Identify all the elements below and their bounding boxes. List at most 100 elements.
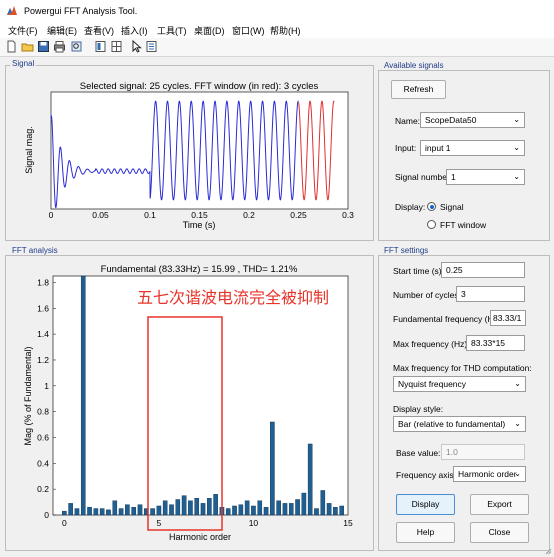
export-button[interactable]: Export — [470, 494, 529, 515]
fft-xticks: 0 5 10 15 — [62, 518, 353, 528]
property-editor-icon[interactable] — [145, 40, 158, 53]
pointer-icon[interactable] — [130, 40, 143, 53]
signal-xtick: 0.3 — [342, 210, 354, 220]
print-icon[interactable] — [53, 40, 66, 53]
fft-ytick-label: 1 — [44, 381, 49, 391]
fft-bar — [213, 494, 218, 516]
input-dropdown[interactable]: input 1 ⌄ — [420, 140, 525, 156]
fft-ylabel: Mag (% of Fundamental) — [23, 346, 33, 445]
input-value: input 1 — [425, 143, 451, 153]
fft-bar — [288, 503, 294, 516]
start-time-input[interactable]: 0.25 — [441, 262, 525, 278]
cycles-input[interactable]: 3 — [456, 286, 525, 302]
signal-radio[interactable] — [427, 202, 436, 211]
signal-xtick: 0.1 — [144, 210, 156, 220]
fft-bar — [87, 507, 92, 516]
fft-bar — [125, 504, 130, 516]
menu-desktop[interactable]: 桌面(D) — [194, 24, 225, 37]
fft-bar — [276, 500, 281, 516]
signal-chart: Selected signal: 25 cycles. FFT window (… — [24, 81, 354, 230]
print-preview-icon[interactable] — [70, 40, 83, 53]
fft-window-radio-label: FFT window — [440, 220, 487, 230]
signal-number-dropdown[interactable]: 1 ⌄ — [446, 169, 525, 185]
app-icon — [7, 6, 17, 15]
chevron-down-icon: ⌄ — [513, 143, 520, 152]
fft-ytick-label: 1.4 — [37, 329, 49, 339]
display-button[interactable]: Display — [396, 494, 455, 515]
menu-view[interactable]: 查看(V) — [84, 24, 114, 37]
base-value-label: Base value: — [396, 448, 441, 458]
fft-bar — [320, 490, 326, 516]
fft-bar — [263, 507, 269, 516]
fft-xlabel: Harmonic order — [169, 532, 231, 542]
thd-frequency-label: Max frequency for THD computation: — [393, 363, 532, 373]
new-file-icon[interactable] — [5, 40, 18, 53]
fft-bar — [232, 505, 237, 516]
fft-bar — [244, 500, 250, 516]
fft-ytick-label: 1.8 — [37, 277, 49, 287]
max-frequency-label: Max frequency (Hz): — [393, 339, 470, 349]
fundamental-frequency-input[interactable]: 83.33/1 — [490, 310, 526, 326]
fft-settings-title: FFT settings — [382, 246, 431, 255]
fft-analysis-title: FFT analysis — [10, 246, 60, 255]
name-value: ScopeData50 — [425, 115, 477, 125]
fft-bar — [339, 505, 345, 516]
fft-bar — [295, 499, 300, 516]
display-style-dropdown[interactable]: Bar (relative to fundamental) ⌄ — [393, 416, 526, 432]
fft-bar — [99, 508, 105, 516]
menu-tools[interactable]: 工具(T) — [157, 24, 187, 37]
fft-bar — [156, 505, 162, 516]
chevron-down-icon: ⌄ — [514, 469, 521, 478]
signal-xtick: 0.05 — [92, 210, 109, 220]
fft-chart-title: Fundamental (83.33Hz) = 15.99 , THD= 1.2… — [101, 264, 298, 275]
menu-file[interactable]: 文件(F) — [8, 24, 38, 37]
fft-window-radio[interactable] — [427, 220, 436, 229]
fft-ytick-label: 1.6 — [37, 303, 49, 313]
fft-plot-area — [52, 275, 349, 516]
chevron-down-icon: ⌄ — [513, 115, 520, 124]
fft-bar — [137, 504, 143, 516]
resize-grip-icon[interactable] — [544, 547, 552, 555]
open-folder-icon[interactable] — [21, 40, 34, 53]
name-dropdown[interactable]: ScopeData50 ⌄ — [420, 112, 525, 128]
fft-bar — [169, 504, 174, 516]
fft-bar — [225, 508, 231, 516]
toolbar — [0, 38, 554, 57]
fft-bar — [181, 495, 187, 516]
refresh-button[interactable]: Refresh — [391, 80, 446, 99]
fft-ytick-label: 0.8 — [37, 407, 49, 417]
thd-frequency-dropdown[interactable]: Nyquist frequency ⌄ — [393, 376, 526, 392]
signal-chart-title: Selected signal: 25 cycles. FFT window (… — [80, 81, 319, 92]
menu-help[interactable]: 帮助(H) — [270, 24, 301, 37]
fft-ytick-label: 0.6 — [37, 432, 49, 442]
layout-grid-icon[interactable] — [110, 40, 123, 53]
frequency-axis-dropdown[interactable]: Harmonic order ⌄ — [453, 466, 526, 482]
signal-xtick: 0.15 — [191, 210, 208, 220]
fft-xtick-label: 10 — [249, 518, 259, 528]
fft-xtick-label: 0 — [62, 518, 67, 528]
fft-chart: Fundamental (83.33Hz) = 15.99 , THD= 1.2… — [23, 264, 353, 542]
menu-window[interactable]: 窗口(W) — [232, 24, 265, 37]
menu-edit[interactable]: 编辑(E) — [47, 24, 77, 37]
signal-panel-title: Signal — [10, 59, 37, 68]
close-button[interactable]: Close — [470, 522, 529, 543]
fft-xtick-label: 15 — [343, 518, 353, 528]
menu-insert[interactable]: 插入(I) — [121, 24, 148, 37]
fft-ytick-label: 0 — [44, 510, 49, 520]
layout-one-icon[interactable] — [94, 40, 107, 53]
fft-bar — [112, 500, 118, 516]
signal-xtick: 0 — [49, 210, 54, 220]
signal-radio-label: Signal — [440, 202, 464, 212]
help-button[interactable]: Help — [396, 522, 455, 543]
name-label: Name: — [395, 116, 421, 126]
fft-bar — [307, 443, 313, 516]
annotation-text: 五七次谐波电流完全被抑制 — [137, 288, 329, 307]
cycles-label: Number of cycles: — [393, 290, 462, 300]
fft-bar — [74, 508, 80, 516]
start-time-label: Start time (s): — [393, 266, 445, 276]
available-signals-title: Available signals — [382, 61, 446, 70]
title-bar: Powergui FFT Analysis Tool. — [0, 0, 554, 23]
fft-bar — [118, 508, 124, 516]
max-frequency-input[interactable]: 83.33*15 — [466, 335, 525, 351]
save-icon[interactable] — [37, 40, 50, 53]
